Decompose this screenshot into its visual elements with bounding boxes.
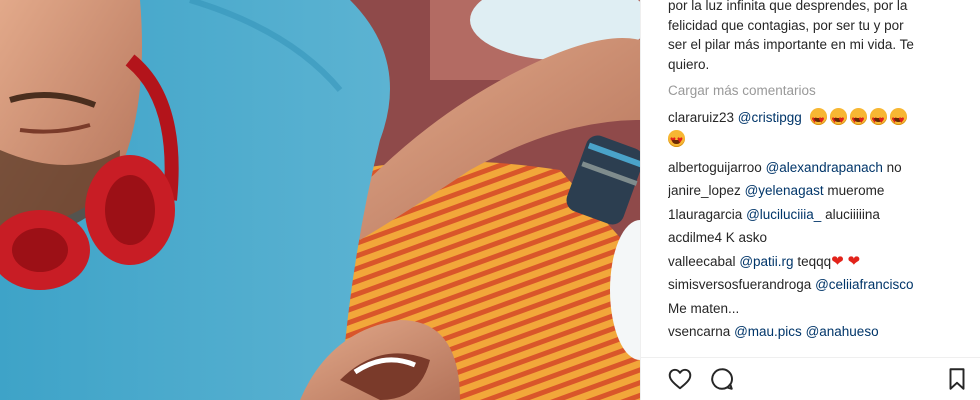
comment-item: vsencarna @mau.pics @anahueso — [668, 320, 970, 344]
caption-line: ser el pilar más importante en mi vida. … — [668, 37, 914, 52]
heart-eyes-emoji-icon — [889, 108, 907, 133]
comment-username[interactable]: acdilme4 — [668, 230, 722, 245]
comments-panel: por la luz infinita que desprendes, por … — [640, 0, 980, 400]
post-action-bar — [641, 357, 980, 400]
comment-text: aluciiiiina — [825, 206, 880, 222]
comment-mention[interactable]: @cristipgg — [738, 110, 802, 125]
comment-text: no — [886, 159, 902, 175]
comment-item: clararuiz23 @cristipgg — [668, 106, 970, 153]
comment-username[interactable]: clararuiz23 — [668, 110, 734, 125]
comments-list[interactable]: por la luz infinita que desprendes, por … — [668, 0, 970, 358]
like-button[interactable] — [667, 366, 693, 392]
comment-text: K asko — [725, 230, 768, 245]
red-heart-emoji-icon: ❤ — [831, 252, 844, 270]
caption-line: por la luz infinita que desprendes, por … — [668, 0, 908, 13]
comment-username[interactable]: 1lauragarcia — [668, 207, 742, 222]
comment-text: muerome — [827, 183, 885, 198]
caption-line: quiero. — [668, 56, 710, 72]
caption-line: felicidad que contagias, por ser tu y po… — [668, 17, 904, 33]
heart-eyes-emoji-group — [809, 108, 907, 133]
heart-eyes-emoji-icon — [829, 108, 847, 133]
heart-outline-icon — [668, 368, 692, 390]
post-caption: por la luz infinita que desprendes, por … — [668, 0, 968, 74]
post-photo — [0, 0, 640, 400]
heart-eyes-emoji-icon — [668, 129, 685, 151]
comment-mention[interactable]: @celiiafrancisco — [815, 277, 914, 292]
comment-mention[interactable]: @anahueso — [806, 324, 879, 339]
instagram-post-view: por la luz infinita que desprendes, por … — [0, 0, 980, 400]
heart-eyes-emoji-icon — [849, 108, 867, 133]
comment-item: acdilme4 K asko — [668, 226, 970, 250]
comment-item: janire_lopez @yelenagast muerome — [668, 179, 970, 203]
bookmark-icon — [949, 368, 965, 390]
comment-item: valleecabal @patii.rg teqqq❤ ❤ — [668, 250, 970, 274]
comment-username[interactable]: valleecabal — [668, 254, 736, 269]
comment-mention[interactable]: @patii.rg — [739, 254, 793, 269]
load-more-comments-link[interactable]: Cargar más comentarios — [668, 82, 970, 100]
comment-username[interactable]: janire_lopez — [668, 183, 741, 198]
comment-mention[interactable]: @luciluciiia_ — [746, 207, 821, 222]
comment-mention[interactable]: @alexandrapanach — [766, 160, 883, 175]
heart-eyes-emoji-icon — [809, 108, 827, 133]
comment-text: Me maten... — [668, 300, 740, 316]
comment-button[interactable] — [709, 366, 735, 392]
comment-item: 1lauragarcia @luciluciiia_ aluciiiiina — [668, 203, 970, 227]
comment-text: teqqq — [797, 253, 832, 269]
comment-item: simisversosfuerandroga @celiiafrancisco … — [668, 273, 970, 320]
save-button[interactable] — [944, 366, 970, 392]
comment-username[interactable]: vsencarna — [668, 324, 730, 339]
speech-bubble-icon — [711, 368, 733, 390]
comment-item: albertoguijarroo @alexandrapanach no — [668, 156, 970, 180]
comment-mention[interactable]: @mau.pics — [734, 324, 802, 339]
comment-mention[interactable]: @yelenagast — [745, 183, 824, 198]
red-heart-emoji-icon: ❤ — [847, 252, 861, 270]
comment-username[interactable]: albertoguijarroo — [668, 160, 762, 175]
comment-username[interactable]: simisversosfuerandroga — [668, 277, 811, 292]
heart-eyes-emoji-icon — [869, 108, 887, 133]
